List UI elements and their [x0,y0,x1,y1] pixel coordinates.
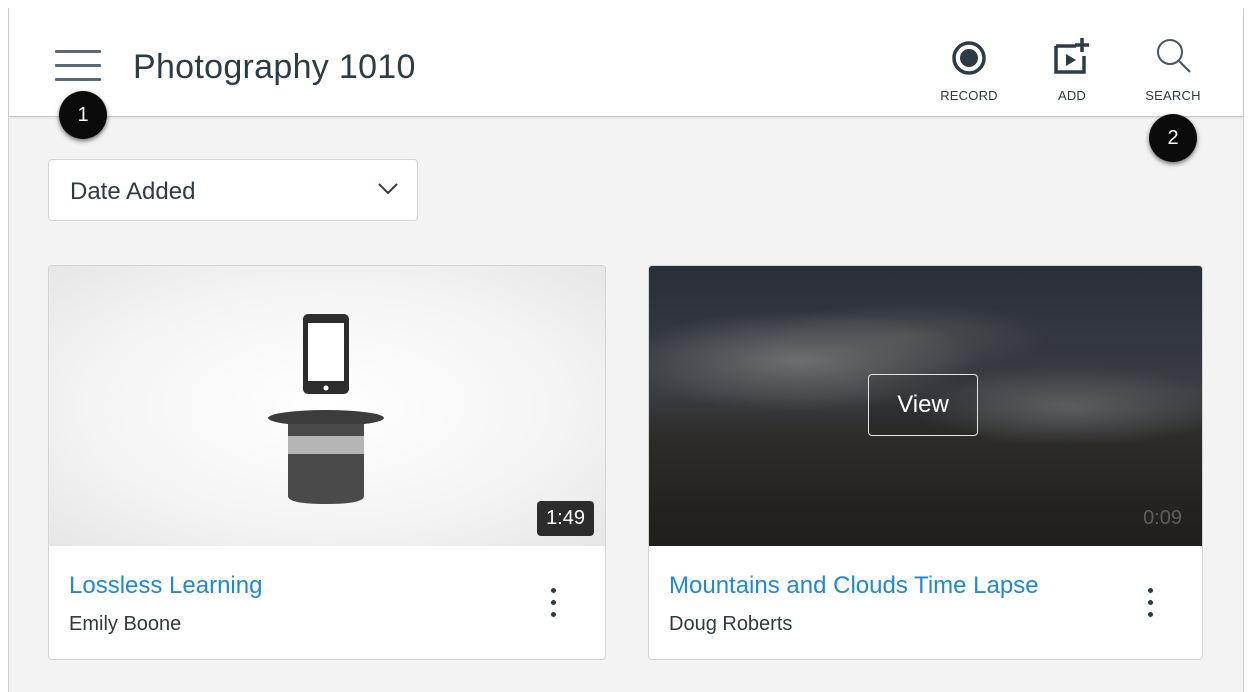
search-icon [1133,34,1213,76]
page-title: Photography 1010 [133,48,416,86]
search-button[interactable]: SEARCH [1133,34,1213,103]
more-options-icon[interactable] [541,584,565,624]
view-button[interactable]: View [868,374,978,436]
add-button[interactable]: ADD [1032,34,1112,103]
step-marker-1: 1 [59,91,107,139]
video-card: 1:49 Lossless Learning Emily Boone [48,265,606,660]
search-label: SEARCH [1145,88,1201,103]
chevron-down-icon [377,182,399,201]
step-marker-2: 2 [1149,114,1197,162]
video-title-link[interactable]: Mountains and Clouds Time Lapse [669,572,1039,600]
video-author: Emily Boone [69,613,182,635]
record-label: RECORD [940,88,998,103]
video-title-link[interactable]: Lossless Learning [69,572,262,600]
sort-value: Date Added [70,178,196,205]
more-options-icon[interactable] [1138,584,1162,624]
add-media-icon [1032,34,1112,76]
video-duration: 1:49 [537,501,594,536]
top-bar: Photography 1010 RECORD ADD SEARCH [9,8,1243,117]
video-duration: 0:09 [1143,507,1182,529]
sort-dropdown[interactable]: Date Added [48,159,418,221]
video-thumbnail[interactable]: View 0:09 [649,266,1202,546]
video-thumbnail[interactable]: 1:49 [49,266,605,546]
video-author: Doug Roberts [669,613,793,635]
record-button[interactable]: RECORD [929,34,1009,103]
app-frame: Photography 1010 RECORD ADD SEARCH 1 2 D… [8,8,1244,692]
add-label: ADD [1057,88,1087,103]
video-card: View 0:09 Mountains and Clouds Time Laps… [648,265,1203,660]
menu-icon[interactable] [55,50,101,82]
magic-hat-phone-icon [268,314,384,504]
record-icon [929,34,1009,76]
